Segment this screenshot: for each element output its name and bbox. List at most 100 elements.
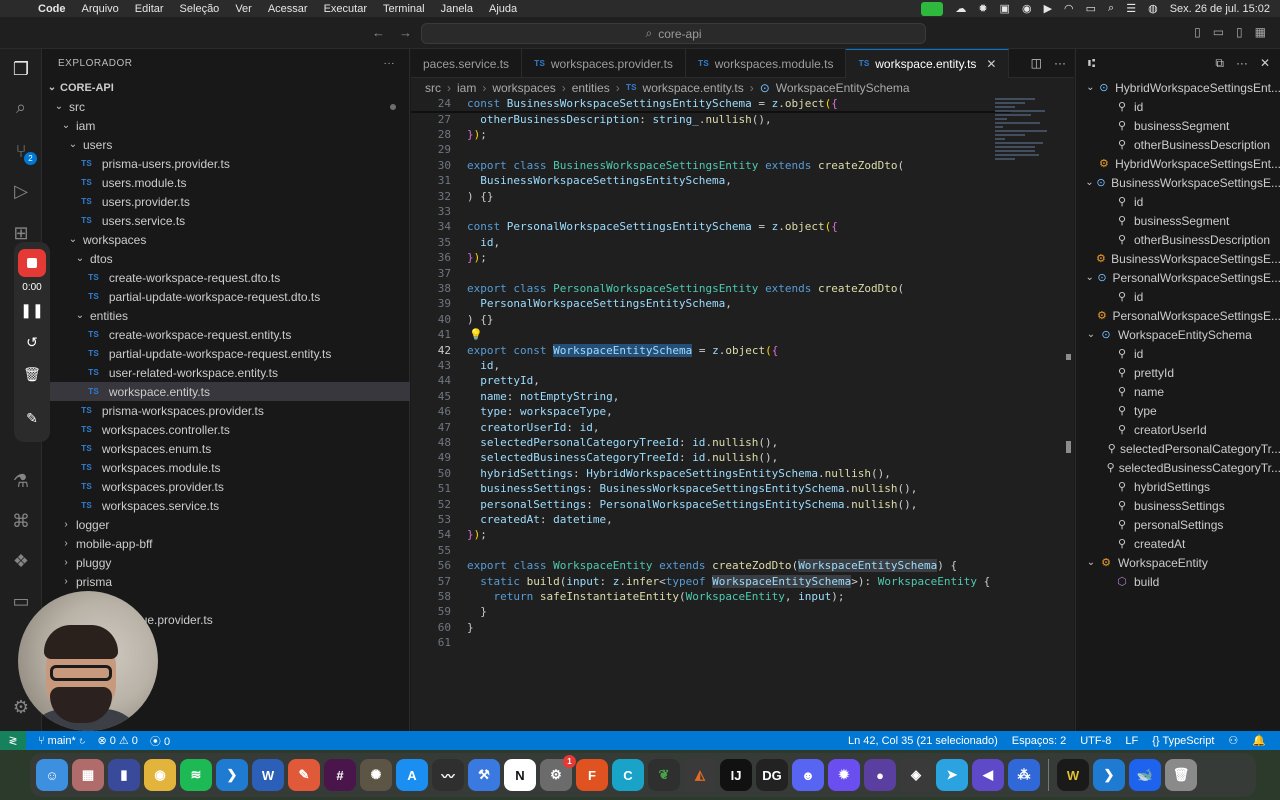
code-line[interactable]: 34 const PersonalWorkspaceSettingsEntityS… — [411, 219, 1001, 234]
pause-icon[interactable]: ❚❚ — [14, 302, 50, 319]
tree-folder[interactable]: ⌄ workspaces — [42, 230, 410, 249]
language-mode[interactable]: {} TypeScript — [1152, 735, 1214, 747]
testing-icon[interactable]: ⚗ — [9, 469, 33, 493]
code-line[interactable]: 38 export class PersonalWorkspaceSettings… — [411, 281, 1001, 296]
tree-file[interactable]: TS partial-update-workspace-request.dto.t… — [42, 287, 410, 306]
code-line[interactable]: 31 BusinessWorkspaceSettingsEntitySchema… — [411, 173, 1001, 188]
code-line[interactable]: 29 — [411, 142, 1001, 157]
menu-item[interactable]: Janela — [441, 3, 473, 15]
outline-item[interactable]: ⚙ BusinessWorkspaceSettingsE... — [1076, 249, 1280, 268]
bell-icon[interactable]: 🔔 — [1252, 734, 1266, 747]
chat-icon[interactable]: ▭ — [9, 589, 33, 613]
code-line[interactable]: 46 type: workspaceType, — [411, 404, 1001, 419]
word-icon[interactable]: W — [252, 759, 284, 791]
code-line[interactable]: 24 const BusinessWorkspaceSettingsEntityS… — [411, 96, 1001, 111]
outline-item[interactable]: ⚲ selectedPersonalCategoryTr... — [1076, 439, 1280, 458]
delete-icon[interactable]: 🗑 — [14, 366, 50, 383]
outline-item[interactable]: ⬡ build — [1076, 572, 1280, 591]
figma-icon[interactable]: F — [576, 759, 608, 791]
outline-item[interactable]: ⚲ id — [1076, 287, 1280, 306]
cloud-icon[interactable]: ☁ — [955, 2, 966, 15]
ports-indicator[interactable]: ⦿ 0 — [150, 733, 170, 749]
restart-icon[interactable]: ↺ — [14, 334, 50, 351]
code-line[interactable]: 61 — [411, 635, 1001, 650]
outline-item[interactable]: ⚲ type — [1076, 401, 1280, 420]
code-line[interactable]: 59 } — [411, 604, 1001, 619]
toggle-sidebar-icon[interactable]: ▯ — [1194, 25, 1201, 39]
problems-indicator[interactable]: ⊗ 0 ⚠ 0 — [97, 734, 137, 747]
screen-recorder-icon[interactable]: ◀ — [972, 759, 1004, 791]
tree-file[interactable]: TS prisma-workspaces.provider.ts — [42, 401, 410, 420]
outline-item[interactable]: ⌄ ⊙ PersonalWorkspaceSettingsE... — [1076, 268, 1280, 287]
trash-icon[interactable]: 🗑 — [1165, 759, 1197, 791]
close-icon[interactable]: ✕ — [1260, 56, 1270, 71]
code-line[interactable]: 33 — [411, 204, 1001, 219]
outline-item[interactable]: ⚲ createdAt — [1076, 534, 1280, 553]
outline-item[interactable]: ⌄ ⊙ WorkspaceEntitySchema — [1076, 325, 1280, 344]
more-actions-icon[interactable]: ··· — [384, 58, 396, 69]
menu-item[interactable]: Editar — [135, 3, 164, 15]
tree-folder[interactable]: › pluggy — [42, 553, 410, 572]
display-icon[interactable]: ▣ — [1000, 2, 1010, 15]
outline-item[interactable]: ⌄ ⊙ BusinessWorkspaceSettingsE... — [1076, 173, 1280, 192]
outline-item[interactable]: ⚲ businessSegment — [1076, 116, 1280, 135]
command-center[interactable]: ⌕ core-api — [421, 23, 926, 44]
outline-item[interactable]: ⚲ prettyId — [1076, 363, 1280, 382]
outline-item[interactable]: ⚲ id — [1076, 192, 1280, 211]
tree-folder[interactable]: › prisma — [42, 572, 410, 591]
code-line[interactable]: 44 prettyId, — [411, 373, 1001, 388]
outline-tree-icon[interactable]: ⑆ — [1088, 56, 1095, 70]
siri-icon[interactable]: ◍ — [1148, 2, 1158, 15]
editor-tab[interactable]: TS workspace.entity.ts ✕ — [846, 49, 1010, 78]
project-root[interactable]: ⌄ CORE-API — [42, 78, 410, 97]
code-line[interactable]: 48 selectedPersonalCategoryTreeId: id.nu… — [411, 435, 1001, 450]
outline-item[interactable]: ⚲ name — [1076, 382, 1280, 401]
outline-item[interactable]: ⚲ selectedBusinessCategoryTr... — [1076, 458, 1280, 477]
tree-file[interactable]: TS workspaces.service.ts — [42, 496, 410, 515]
tree-file[interactable]: TS workspaces.module.ts — [42, 458, 410, 477]
explorer-icon[interactable]: ❐ — [9, 57, 33, 81]
menu-item[interactable]: Ver — [235, 3, 252, 15]
discord-icon[interactable]: ☻ — [792, 759, 824, 791]
search-icon[interactable]: ⌕ — [1108, 2, 1114, 15]
record-icon[interactable]: ◉ — [1022, 2, 1032, 15]
camera-recording-icon[interactable] — [921, 1, 944, 16]
toggle-panel-icon[interactable]: ▭ — [1213, 25, 1224, 39]
xcode-icon[interactable]: ⚒ — [468, 759, 500, 791]
code-line[interactable]: 58 return safeInstantiateEntity(Workspac… — [411, 589, 1001, 604]
breadcrumb-item[interactable]: iam — [457, 81, 476, 95]
spotify-icon[interactable]: ≋ — [180, 759, 212, 791]
source-control-icon[interactable]: ⑂ 2 — [9, 139, 37, 165]
cursor-icon[interactable]: C — [612, 759, 644, 791]
toggle-secondary-sidebar-icon[interactable]: ▯ — [1236, 25, 1243, 39]
end-of-line[interactable]: LF — [1125, 735, 1138, 747]
gear-purple-icon[interactable]: ✹ — [828, 759, 860, 791]
stop-recording-button[interactable] — [18, 249, 46, 277]
forward-arrow-icon[interactable]: → — [399, 25, 412, 40]
remote-explorer-icon[interactable]: ⌘ — [9, 509, 33, 533]
code-line[interactable]: 35 id, — [411, 235, 1001, 250]
tree-file[interactable]: TS workspaces.provider.ts — [42, 477, 410, 496]
tree-file[interactable]: TS create-workspace-request.entity.ts — [42, 325, 410, 344]
tree-file[interactable]: TS create-workspace-request.dto.ts — [42, 268, 410, 287]
minimap[interactable] — [995, 96, 1065, 180]
breadcrumb-item[interactable]: WorkspaceEntitySchema — [776, 81, 910, 95]
finder-icon[interactable]: ☺ — [36, 759, 68, 791]
split-editor-icon[interactable]: ◫ — [1031, 56, 1042, 70]
intellij-icon[interactable]: IJ — [720, 759, 752, 791]
pen-icon[interactable]: ✎ — [288, 759, 320, 791]
tree-file[interactable]: TS workspaces.enum.ts — [42, 439, 410, 458]
figma-icon[interactable]: ❖ — [9, 549, 33, 573]
branch-indicator[interactable]: ⑂ main* ↻ — [38, 735, 85, 747]
tree-file[interactable]: TS users.provider.ts — [42, 192, 410, 211]
outline-item[interactable]: ⚲ otherBusinessDescription — [1076, 135, 1280, 154]
menu-datetime[interactable]: Sex. 26 de jul. 15:02 — [1170, 3, 1270, 15]
code-line[interactable]: 49 selectedBusinessCategoryTreeId: id.nu… — [411, 450, 1001, 465]
outline-item[interactable]: ⚲ businessSegment — [1076, 211, 1280, 230]
editor-tab[interactable]: TS workspaces.module.ts — [686, 49, 847, 78]
menu-item[interactable]: Seleção — [180, 3, 220, 15]
docker-icon[interactable]: 🐋 — [1129, 759, 1161, 791]
tree-file[interactable]: TS users.module.ts — [42, 173, 410, 192]
calendar-widget-icon[interactable]: W — [1057, 759, 1089, 791]
control-center-icon[interactable]: ☰ — [1126, 2, 1136, 15]
